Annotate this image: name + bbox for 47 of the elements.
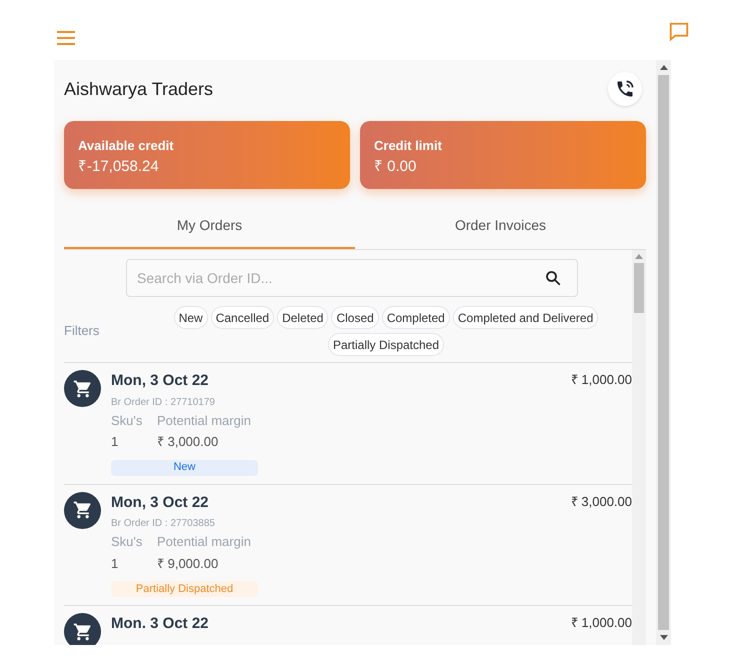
filter-chip[interactable]: Closed xyxy=(331,306,379,329)
company-name: Aishwarya Traders xyxy=(64,78,214,101)
tab[interactable]: My Orders xyxy=(64,203,355,249)
phone-button[interactable] xyxy=(608,72,642,106)
scroll-up-icon[interactable] xyxy=(660,65,668,70)
order-date: Mon, 3 Oct 22 xyxy=(111,492,209,512)
sku-count: 1 xyxy=(111,554,120,572)
scroll-thumb[interactable] xyxy=(634,263,644,313)
search-icon[interactable] xyxy=(544,269,562,287)
filter-chip[interactable]: Partially Dispatched xyxy=(328,333,444,356)
credit-label: Available credit xyxy=(78,137,175,155)
phone-icon[interactable] xyxy=(615,79,635,99)
tab[interactable]: Order Invoices xyxy=(355,203,646,249)
cart-icon xyxy=(64,492,101,528)
sku-count: 1 xyxy=(111,433,120,451)
margin-label: Potential margin xyxy=(157,412,251,430)
cart-icon xyxy=(64,370,101,407)
scroll-thumb[interactable] xyxy=(658,75,669,630)
order-date: Mon, 3 Oct 22 xyxy=(111,371,209,391)
margin-label: Potential margin xyxy=(157,533,251,551)
order-id: Br Order ID : 27710179 xyxy=(111,396,216,410)
margin-value: ₹ 9,000.00 xyxy=(157,554,220,572)
list-scrollbar[interactable] xyxy=(632,250,646,645)
search-field[interactable]: Search via Order ID... xyxy=(126,259,578,297)
status-badge: Partially Dispatched xyxy=(111,581,258,597)
filter-chip[interactable]: Completed xyxy=(382,306,450,329)
order-amount: ₹ 1,000.00 xyxy=(570,371,632,389)
chat-icon[interactable] xyxy=(668,21,690,43)
order-amount: ₹ 3,000.00 xyxy=(570,492,632,510)
sku-label: Sku's xyxy=(111,412,144,430)
margin-value: ₹ 3,000.00 xyxy=(157,433,220,451)
filters-label: Filters xyxy=(64,322,100,340)
order-date: Mon. 3 Oct 22 xyxy=(111,614,209,634)
filter-chip[interactable]: Deleted xyxy=(277,306,328,329)
menu-icon[interactable] xyxy=(56,30,76,46)
filter-chip[interactable]: Completed and Delivered xyxy=(452,306,598,329)
order-amount: ₹ 1,000.00 xyxy=(570,614,632,632)
status-badge: New xyxy=(111,460,258,476)
credit-value: ₹-17,058.24 xyxy=(78,156,160,176)
credit-value: ₹ 0.00 xyxy=(374,156,418,176)
sku-label: Sku's xyxy=(111,533,144,551)
page-scrollbar[interactable] xyxy=(656,60,671,645)
filter-chip[interactable]: New xyxy=(174,306,208,329)
filter-chip[interactable]: Cancelled xyxy=(210,306,274,329)
credit-label: Credit limit xyxy=(374,137,443,155)
scroll-down-icon[interactable] xyxy=(660,635,668,640)
order-id: Br Order ID : 27703885 xyxy=(111,517,216,531)
